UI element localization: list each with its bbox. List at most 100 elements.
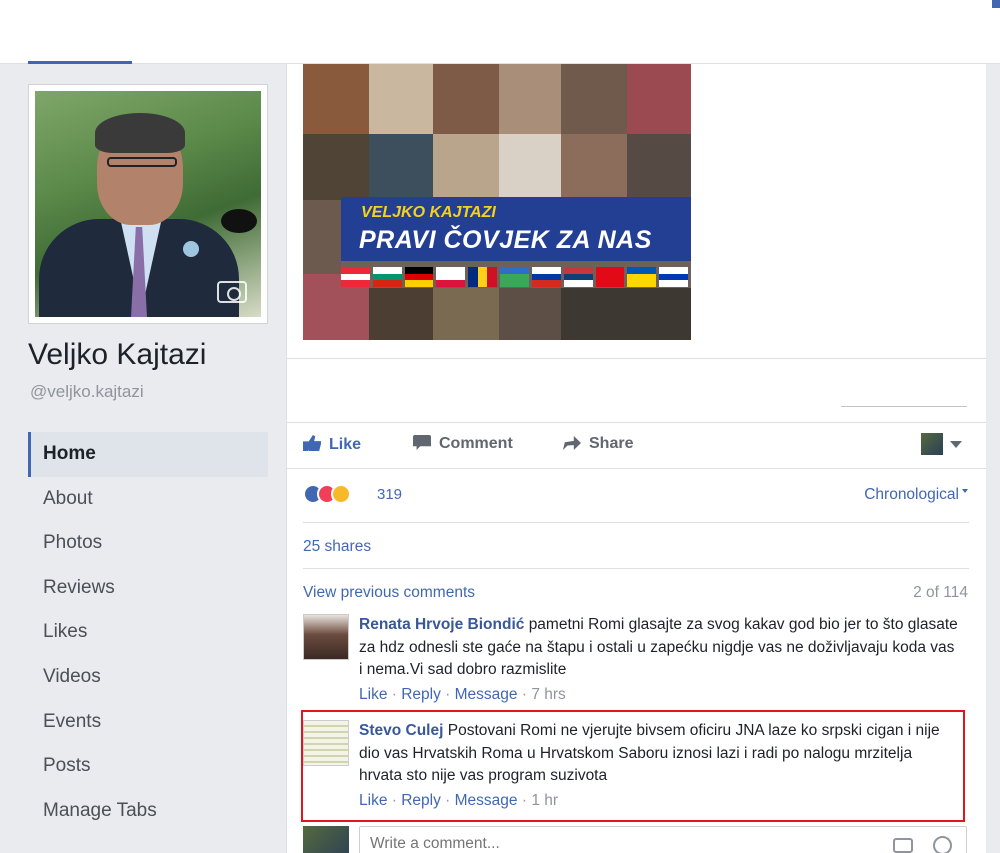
flag-russia [531,267,561,288]
flag-romania [468,267,498,287]
camera-icon[interactable] [893,838,913,853]
comment-author[interactable]: Stevo Culej [359,722,443,739]
nav-item-likes[interactable]: Likes [28,610,268,655]
divider [287,468,987,469]
banner-tile [433,288,499,340]
divider [303,522,969,523]
banner-tile [433,64,499,134]
banner-tile [369,134,433,200]
active-tab-indicator [28,61,132,64]
comment-body: Renata Hrvoje Biondić pametni Romi glasa… [359,614,959,682]
divider [287,358,987,359]
comment-bubble-icon [413,435,431,450]
like-button[interactable]: Like [303,435,361,454]
chevron-down-icon[interactable] [950,441,962,448]
comment-like-link[interactable]: Like [359,686,387,703]
page-handle: @veljko.kajtazi [30,382,144,401]
photo-microphone [221,209,257,233]
right-gutter [986,64,1000,853]
banner-tile [303,134,369,200]
top-bar [0,0,1000,64]
banner-tile [433,134,499,200]
comment-button[interactable]: Comment [413,435,513,453]
nav-item-events[interactable]: Events [28,700,268,745]
sort-label: Chronological [864,486,959,503]
reaction-count[interactable]: 319 [377,486,402,503]
flag-israel [659,267,688,288]
comment-label: Comment [439,435,513,452]
banner-tile [627,64,691,134]
emoji-icon[interactable] [933,836,952,853]
flag-roma [500,267,529,288]
nav-item-home[interactable]: Home [28,432,268,477]
comment-count: 2 of 114 [913,584,968,601]
comment-meta: Like · Reply · Message · 7 hrs [359,686,566,703]
banner-tile [303,64,369,134]
divider-short [841,406,967,407]
comment-timestamp[interactable]: 7 hrs [531,686,565,703]
flag-serbia [563,267,593,288]
comment-message-link[interactable]: Message [455,686,518,703]
banner-tile [369,64,433,134]
nav-item-photos[interactable]: Photos [28,521,268,566]
flag-bulgaria [372,267,402,288]
like-label: Like [329,436,362,453]
flag-austria [341,267,370,288]
banner-tile [499,64,561,134]
banner-tile [499,134,561,200]
share-label: Share [589,435,634,452]
comment-author[interactable]: Renata Hrvoje Biondić [359,616,524,633]
profile-picture[interactable] [28,84,268,324]
page-name[interactable]: Veljko Kajtazi [28,338,206,372]
flag-ukraine [627,267,657,288]
comment-sort-dropdown[interactable]: Chronological [864,486,968,504]
flag-poland [436,267,466,288]
nav-item-about[interactable]: About [28,477,268,522]
caret-down-icon [962,489,968,493]
flag-turkey [595,267,625,288]
shares-link[interactable]: 25 shares [303,538,371,556]
comment-like-link[interactable]: Like [359,792,387,809]
comment-text: Postovani Romi ne vjerujte bivsem oficir… [359,722,940,784]
banner-tile [561,64,627,134]
profile-photo [35,91,261,317]
banner-flags [341,267,691,288]
nav-item-videos[interactable]: Videos [28,655,268,700]
post-actions: Like Comment Share [287,422,987,468]
banner-tile [369,288,433,340]
comment-body: Stevo Culej Postovani Romi ne vjerujte b… [359,720,959,788]
banner-tile [627,134,691,200]
haha-reaction-icon [331,484,351,504]
comment-meta: Like · Reply · Message · 1 hr [359,792,559,809]
corner-marker [992,0,1000,8]
avatar[interactable] [303,614,349,660]
flag-germany [404,267,434,288]
thumbs-up-icon [303,435,321,451]
banner-title-line2: PRAVI ČOVJEK ZA NAS [359,226,652,254]
write-comment-row [303,826,967,853]
post-banner-image[interactable]: VELJKO KAJTAZI PRAVI ČOVJEK ZA NAS [303,64,691,340]
banner-title-line1: VELJKO KAJTAZI [361,204,496,221]
share-arrow-icon [563,436,581,450]
avatar[interactable] [303,720,349,766]
banner-tile [561,288,691,340]
share-button[interactable]: Share [563,435,633,453]
comment-message-link[interactable]: Message [455,792,518,809]
actor-avatar-switcher[interactable] [921,433,943,455]
photo-badge [183,241,199,257]
comment-timestamp[interactable]: 1 hr [531,792,558,809]
banner-tile [561,134,627,200]
page-nav: Home About Photos Reviews Likes Videos E… [28,432,268,833]
comment-reply-link[interactable]: Reply [401,792,441,809]
comment-input[interactable] [359,826,967,853]
divider [303,568,969,569]
view-previous-comments-link[interactable]: View previous comments [303,584,475,602]
camera-icon[interactable] [217,281,247,303]
nav-item-reviews[interactable]: Reviews [28,566,268,611]
avatar [303,826,349,853]
nav-item-posts[interactable]: Posts [28,744,268,789]
photo-glasses [107,157,177,167]
nav-item-manage-tabs[interactable]: Manage Tabs [28,789,268,834]
comment-reply-link[interactable]: Reply [401,686,441,703]
post-card: VELJKO KAJTAZI PRAVI ČOVJEK ZA NAS Like … [286,64,987,853]
